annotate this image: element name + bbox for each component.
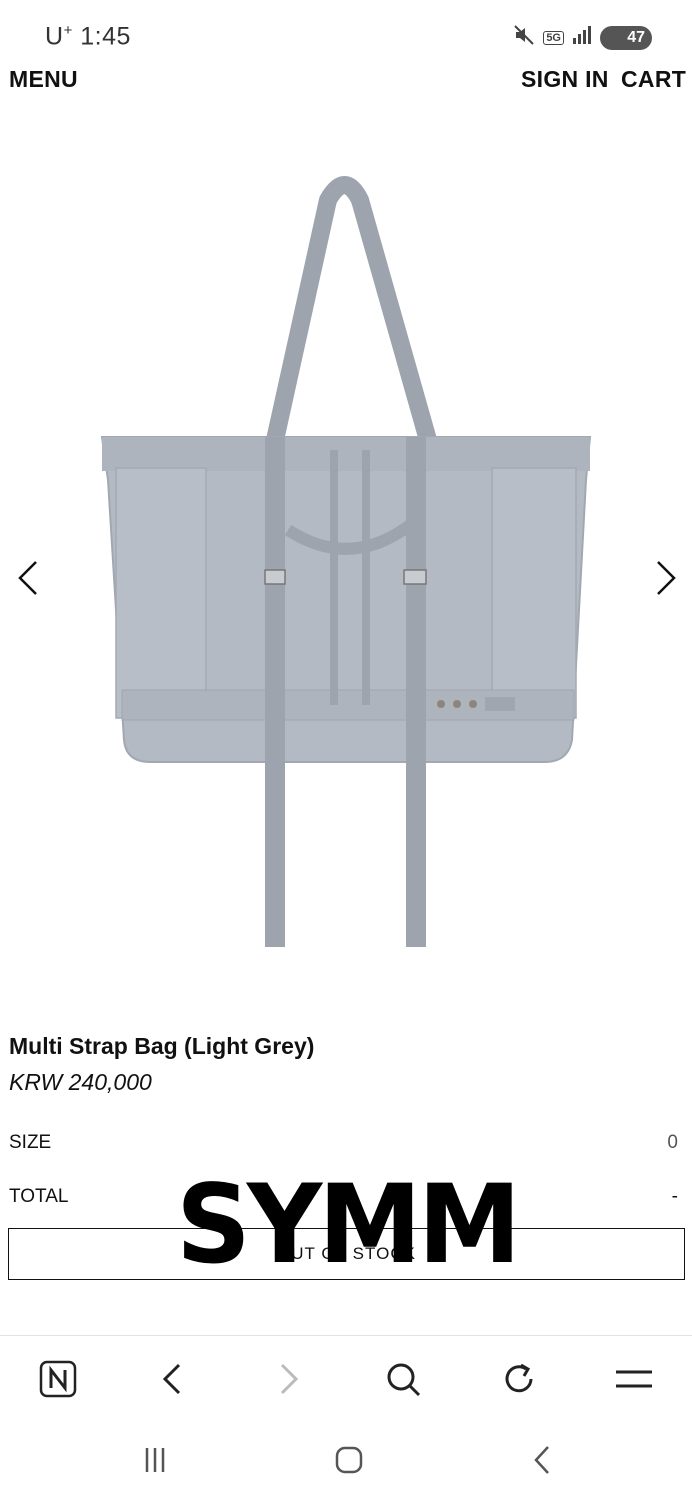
cart-link[interactable]: CART — [621, 66, 686, 93]
status-bar: U+ 1:45 5G 47 — [0, 0, 692, 60]
menu-icon[interactable] — [611, 1356, 657, 1402]
battery-level: 47 — [627, 28, 645, 46]
signal-icon — [572, 25, 592, 50]
back-icon[interactable] — [149, 1356, 195, 1402]
status-icons: 5G 47 — [513, 24, 652, 51]
mute-icon — [513, 24, 535, 51]
product-price: KRW 240,000 — [9, 1069, 152, 1095]
total-label: TOTAL — [9, 1186, 69, 1207]
battery-icon: 47 — [600, 25, 652, 50]
carrier-time: U+ 1:45 — [45, 22, 131, 51]
network-type-icon: 5G — [543, 30, 564, 45]
out-of-stock-button[interactable]: OUT OF STOCK — [8, 1228, 685, 1280]
product-name: Multi Strap Bag (Light Grey) — [9, 1033, 315, 1059]
refresh-icon[interactable] — [496, 1356, 542, 1402]
home-icon[interactable] — [329, 1440, 369, 1480]
naver-home-icon[interactable] — [35, 1356, 81, 1402]
search-icon[interactable] — [380, 1356, 426, 1402]
size-value[interactable]: 0 — [667, 1132, 678, 1154]
recent-apps-icon[interactable] — [135, 1440, 175, 1480]
next-image-arrow[interactable] — [646, 558, 682, 598]
total-value: - — [671, 1186, 678, 1207]
top-nav: MENU SIGN IN CART — [0, 66, 692, 98]
forward-icon[interactable] — [266, 1356, 312, 1402]
size-label: SIZE — [9, 1132, 52, 1153]
prev-image-arrow[interactable] — [12, 558, 48, 598]
carrier-plus: + — [63, 22, 73, 39]
carrier-name: U — [45, 22, 64, 51]
sign-in-link[interactable]: SIGN IN — [521, 66, 609, 93]
system-back-icon[interactable] — [523, 1440, 563, 1480]
menu-link[interactable]: MENU — [9, 66, 78, 93]
product-image[interactable] — [60, 150, 632, 980]
system-nav-bar — [0, 1420, 692, 1500]
clock: 1:45 — [80, 22, 131, 51]
browser-toolbar — [0, 1335, 692, 1420]
